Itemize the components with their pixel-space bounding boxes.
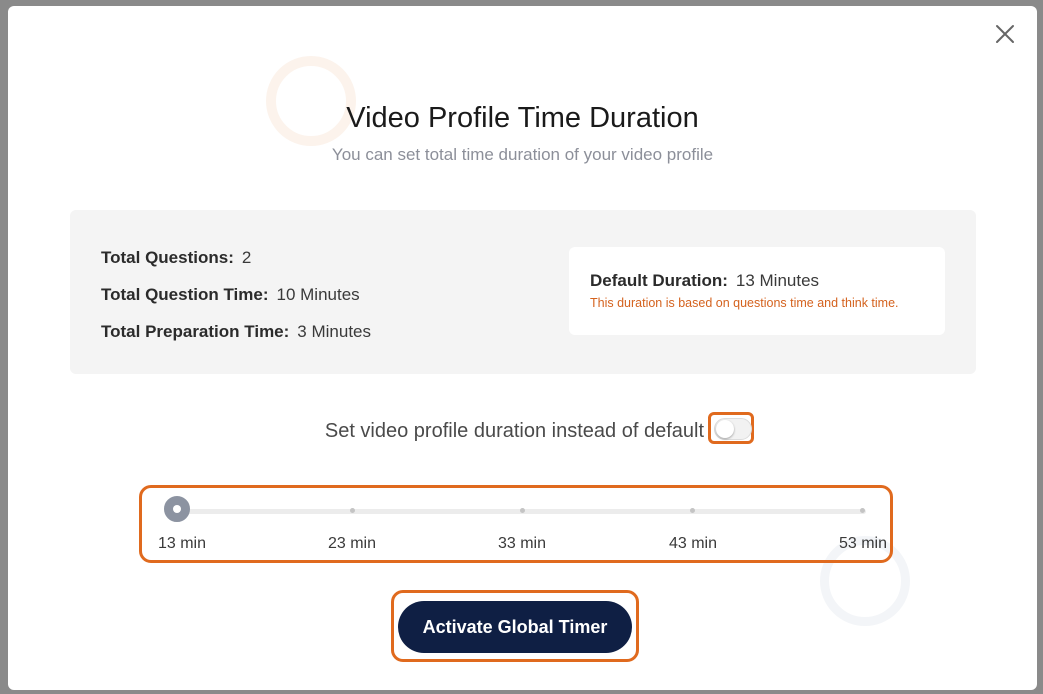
total-question-time-value: 10 Minutes xyxy=(276,285,360,304)
slider-tick xyxy=(690,508,695,513)
toggle-knob xyxy=(716,420,734,438)
default-duration-note: This duration is based on questions time… xyxy=(590,296,899,310)
custom-duration-label: Set video profile duration instead of de… xyxy=(324,420,704,442)
duration-slider-thumb[interactable] xyxy=(164,496,190,522)
slider-tick xyxy=(860,508,865,513)
slider-tick-label: 13 min xyxy=(157,535,207,552)
slider-tick-label: 53 min xyxy=(838,535,888,552)
close-button[interactable] xyxy=(991,20,1019,48)
slider-tick-label: 33 min xyxy=(497,535,547,552)
total-preparation-time-value: 3 Minutes xyxy=(297,322,371,341)
total-questions-value: 2 xyxy=(241,248,252,267)
slider-tick xyxy=(350,508,355,513)
total-questions: Total Questions: 2 xyxy=(101,248,251,268)
default-duration-card: Default Duration: 13 Minutes This duratio… xyxy=(569,247,945,335)
custom-duration-row: Set video profile duration instead of de… xyxy=(8,412,1037,458)
default-duration-value: 13 Minutes xyxy=(735,271,820,290)
custom-duration-toggle[interactable] xyxy=(714,418,752,440)
total-question-time: Total Question Time: 10 Minutes xyxy=(101,285,360,305)
total-preparation-time: Total Preparation Time: 3 Minutes xyxy=(101,322,371,342)
duration-modal: Video Profile Time Duration You can set … xyxy=(8,6,1037,690)
slider-tick-label: 43 min xyxy=(668,535,718,552)
total-question-time-label: Total Question Time: xyxy=(101,285,269,304)
slider-tick xyxy=(520,508,525,513)
summary-panel: Total Questions: 2 Total Question Time: 10… xyxy=(70,210,976,374)
default-duration-label: Default Duration: xyxy=(590,271,728,290)
total-preparation-time-label: Total Preparation Time: xyxy=(101,322,290,341)
total-questions-label: Total Questions: xyxy=(101,248,234,267)
close-icon xyxy=(996,25,1014,43)
modal-title: Video Profile Time Duration xyxy=(346,102,699,134)
slider-tick-label: 23 min xyxy=(327,535,377,552)
activate-global-timer-button[interactable]: Activate Global Timer xyxy=(398,601,632,653)
default-duration: Default Duration: 13 Minutes xyxy=(590,271,819,291)
modal-subtitle: You can set total time duration of your … xyxy=(331,145,714,164)
